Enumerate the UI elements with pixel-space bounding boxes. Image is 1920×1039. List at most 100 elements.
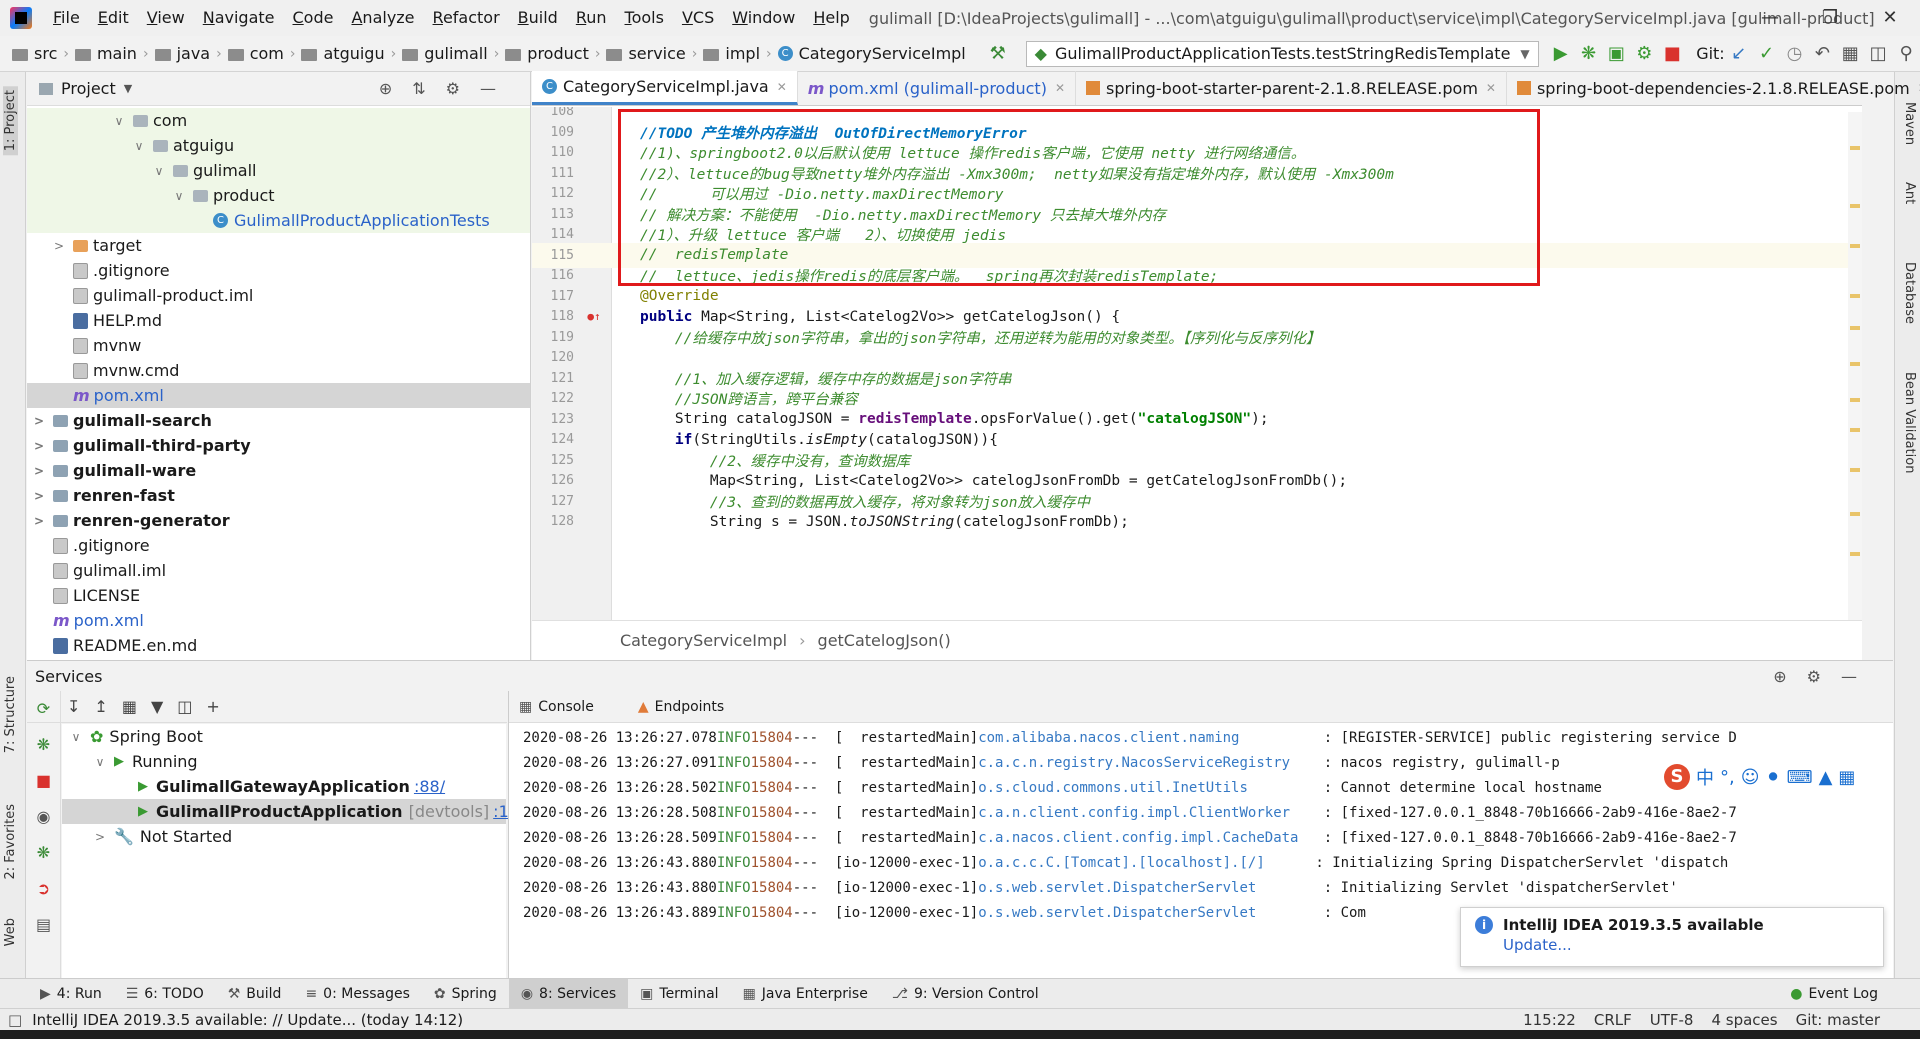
breadcrumb-item-service[interactable]: service [602, 44, 689, 63]
restore-icon[interactable]: ❐ [1800, 0, 1860, 36]
breadcrumb-item-product[interactable]: product [501, 44, 593, 63]
menu-refactor[interactable]: Refactor [424, 0, 509, 36]
git-update-icon[interactable]: ↙ [1725, 43, 1753, 64]
menu-file[interactable]: File [44, 0, 89, 36]
tree-item[interactable]: gulimall.iml [27, 558, 530, 583]
minimize-icon[interactable]: — [1740, 0, 1800, 36]
emoji-icon[interactable]: ☺ [1741, 767, 1760, 788]
tool-tab-build[interactable]: ⚒ Build [216, 979, 294, 1009]
layout-icon[interactable]: ◫ [1864, 43, 1892, 64]
tree-item[interactable]: ∨ product [27, 183, 530, 208]
tree-item[interactable]: m pom.xml [27, 383, 530, 408]
filter-icon[interactable]: ▼ [151, 697, 163, 716]
tree-item[interactable]: ∨ com [27, 108, 530, 133]
status-toggle-icon[interactable]: □ [8, 1011, 22, 1029]
editor-tab[interactable]: C CategoryServiceImpl.java ✕ [532, 71, 798, 105]
project-structure-icon[interactable]: ▦ [1836, 43, 1864, 64]
search-everywhere-icon[interactable]: ⚲ [1892, 43, 1920, 64]
menu-view[interactable]: View [138, 0, 194, 36]
menu-run[interactable]: Run [567, 0, 616, 36]
services-panel-actions[interactable]: ⊕⚙— [1773, 667, 1877, 686]
tree-item[interactable]: > gulimall-third-party [27, 433, 530, 458]
menu-edit[interactable]: Edit [89, 0, 138, 36]
project-view-select[interactable]: Project [61, 79, 116, 98]
run-icon[interactable]: ▶ [1547, 43, 1575, 64]
tree-item[interactable]: m pom.xml [27, 608, 530, 633]
chevron-icon[interactable]: > [31, 439, 47, 453]
keyboard-icon[interactable]: ⌨ [1787, 767, 1813, 788]
chevron-icon[interactable]: ∨ [111, 114, 127, 128]
chevron-icon[interactable]: > [31, 514, 47, 528]
tool-tab-java-enterprise[interactable]: ▦ Java Enterprise [731, 979, 880, 1009]
tree-item[interactable]: ∨ gulimall [27, 158, 530, 183]
menu-analyze[interactable]: Analyze [342, 0, 423, 36]
stop-icon[interactable]: ■ [1658, 43, 1686, 64]
breadcrumb-item-src[interactable]: src [8, 44, 61, 63]
override-marker-icon[interactable]: ●↑ [576, 310, 612, 323]
group-icon[interactable]: ▦ [122, 697, 137, 716]
tree-item[interactable]: gulimall-product.iml [27, 283, 530, 308]
indent-setting[interactable]: 4 spaces [1711, 1011, 1777, 1029]
tree-gateway-app[interactable]: ▶ GulimallGatewayApplication:88/ [62, 774, 506, 799]
tree-item[interactable]: > target [27, 233, 530, 258]
line-separator[interactable]: CRLF [1594, 1011, 1632, 1029]
breadcrumb-method-item[interactable]: getCatelogJson() [818, 631, 951, 650]
tab-favorites[interactable]: 2: Favorites [3, 804, 18, 880]
close-tab-icon[interactable]: ✕ [1055, 81, 1065, 95]
tree-item[interactable]: HELP.md [27, 308, 530, 333]
close-tab-icon[interactable]: ✕ [1486, 81, 1496, 95]
editor-tab[interactable]: m pom.xml (gulimall-product) ✕ [798, 71, 1076, 105]
tab-project[interactable]: 1: Project [3, 86, 18, 156]
vertical-scrollbar[interactable] [1848, 112, 1862, 620]
tool-tab-9-version-control[interactable]: ⎇ 9: Version Control [880, 979, 1051, 1009]
chevron-icon[interactable]: > [31, 414, 47, 428]
tree-item[interactable]: LICENSE [27, 583, 530, 608]
breadcrumb-class[interactable]: C CategoryServiceImpl [774, 44, 970, 63]
debug-icon[interactable]: ❋ [27, 727, 60, 763]
chevron-icon[interactable]: ∨ [171, 189, 187, 203]
chevron-icon[interactable]: > [31, 464, 47, 478]
breadcrumb-item-impl[interactable]: impl [699, 44, 764, 63]
menu-navigate[interactable]: Navigate [194, 0, 284, 36]
layout-icon[interactable]: ▤ [27, 907, 60, 943]
menu-window[interactable]: Window [723, 0, 804, 36]
tab-maven[interactable]: Maven [1902, 102, 1917, 145]
collapse-all-icon[interactable]: ↥ [94, 697, 107, 716]
tab-bean-validation[interactable]: Bean Validation [1902, 372, 1917, 473]
punctuation-icon[interactable]: °, [1720, 767, 1735, 788]
tab-endpoints[interactable]: ▲ Endpoints [638, 699, 746, 715]
tree-item[interactable]: > renren-generator [27, 508, 530, 533]
gateway-port-link[interactable]: :88/ [414, 777, 445, 796]
tree-item[interactable]: README.en.md [27, 633, 530, 658]
tool-tab-8-services[interactable]: ◉ 8: Services [508, 978, 629, 1009]
breadcrumb-item-gulimall[interactable]: gulimall [398, 44, 491, 63]
chevron-icon[interactable]: ∨ [131, 139, 147, 153]
chevron-icon[interactable]: ∨ [151, 164, 167, 178]
close-icon[interactable]: ✕ [1860, 0, 1920, 36]
coverage-icon[interactable]: ▣ [1602, 43, 1630, 64]
tree-item[interactable]: .gitignore [27, 258, 530, 283]
close-tab-icon[interactable]: ✕ [777, 80, 787, 94]
git-history-icon[interactable]: ◷ [1781, 43, 1809, 64]
stop-icon[interactable]: ■ [27, 763, 60, 799]
caret-position[interactable]: 115:22 [1523, 1011, 1576, 1029]
editor-tab[interactable]: spring-boot-dependencies-2.1.8.RELEASE.p… [1507, 71, 1920, 105]
tree-item[interactable]: > gulimall-search [27, 408, 530, 433]
tree-not-started[interactable]: > 🔧 Not Started [62, 824, 506, 849]
status-message[interactable]: IntelliJ IDEA 2019.3.5 available: // Upd… [22, 1011, 1523, 1029]
tab-ant[interactable]: Ant [1902, 182, 1917, 204]
microphone-icon[interactable]: ⚫ [1766, 767, 1781, 788]
breadcrumb-class-item[interactable]: CategoryServiceImpl [620, 631, 787, 650]
git-branch[interactable]: Git: master [1796, 1011, 1880, 1029]
update-link[interactable]: Update... [1503, 936, 1871, 954]
skin-icon[interactable]: ▲ [1819, 767, 1833, 788]
tab-database[interactable]: Database [1902, 262, 1917, 324]
tree-item[interactable]: .gitignore [27, 533, 530, 558]
tool-tab-terminal[interactable]: ▣ Terminal [628, 979, 730, 1009]
build-hammer-icon[interactable]: ⚒ [984, 43, 1012, 64]
event-log-tab[interactable]: ● Event Log [1778, 979, 1890, 1009]
git-commit-icon[interactable]: ✓ [1753, 43, 1781, 64]
toolbox-icon[interactable]: ▦ [1838, 767, 1855, 788]
tree-item[interactable]: C GulimallProductApplicationTests [27, 208, 530, 233]
editor-tab[interactable]: spring-boot-starter-parent-2.1.8.RELEASE… [1076, 71, 1507, 105]
